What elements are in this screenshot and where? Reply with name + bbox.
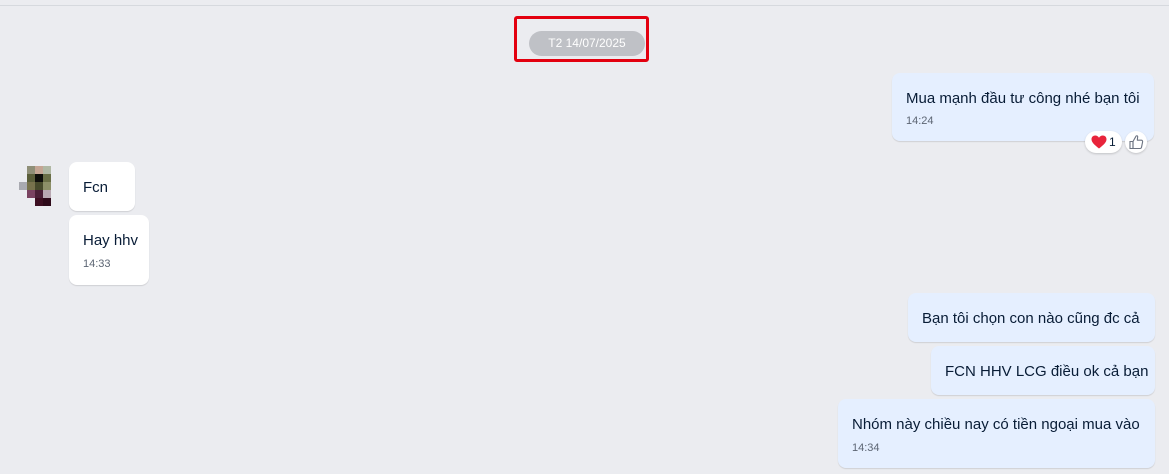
message-bubble-outgoing[interactable]: Bạn tôi chọn con nào cũng đc cả	[908, 293, 1155, 342]
message-text: Bạn tôi chọn con nào cũng đc cả	[922, 310, 1140, 327]
message-time: 14:34	[852, 442, 880, 454]
message-text: Nhóm này chiều nay có tiền ngoại mua vào	[852, 416, 1140, 433]
message-bubble-incoming[interactable]: Hay hhv 14:33	[69, 215, 149, 285]
react-like-button[interactable]	[1125, 131, 1147, 153]
heart-emoji-icon	[1091, 135, 1107, 149]
message-bubble-outgoing[interactable]: Nhóm này chiều nay có tiền ngoại mua vào…	[838, 399, 1155, 468]
message-text: Fcn	[83, 179, 109, 196]
header-divider	[0, 5, 1169, 6]
message-time: 14:24	[906, 115, 934, 127]
message-bubble-incoming[interactable]: Fcn	[69, 162, 135, 211]
sender-avatar[interactable]	[19, 166, 59, 206]
message-time: 14:33	[83, 258, 111, 270]
message-text: Mua mạnh đầu tư công nhé bạn tôi	[906, 90, 1140, 107]
thumbs-up-icon	[1129, 135, 1144, 150]
reaction-count: 1	[1109, 135, 1116, 149]
date-separator: T2 14/07/2025	[529, 31, 645, 56]
message-bubble-outgoing[interactable]: FCN HHV LCG điều ok cả bạn	[931, 346, 1155, 395]
heart-reaction-count[interactable]: 1	[1085, 131, 1122, 153]
message-text: FCN HHV LCG điều ok cả bạn	[945, 363, 1149, 380]
message-text: Hay hhv	[83, 232, 139, 249]
